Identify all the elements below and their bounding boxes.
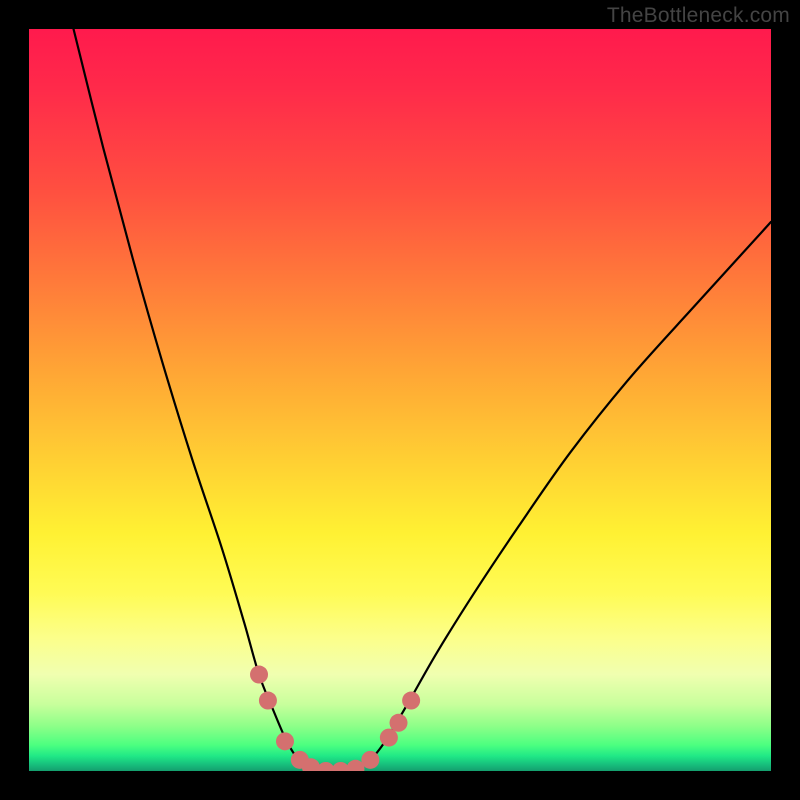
curve-left (74, 29, 311, 769)
chart-svg (29, 29, 771, 771)
marker-dot (402, 692, 420, 710)
watermark-text: TheBottleneck.com (607, 4, 790, 28)
curve-right (355, 222, 771, 769)
marker-dot (361, 751, 379, 769)
marker-dot (380, 729, 398, 747)
marker-dot (276, 732, 294, 750)
marker-dot (390, 714, 408, 732)
chart-plot-area (29, 29, 771, 771)
marker-dot (250, 666, 268, 684)
chart-frame: TheBottleneck.com (0, 0, 800, 800)
marker-dot (259, 692, 277, 710)
